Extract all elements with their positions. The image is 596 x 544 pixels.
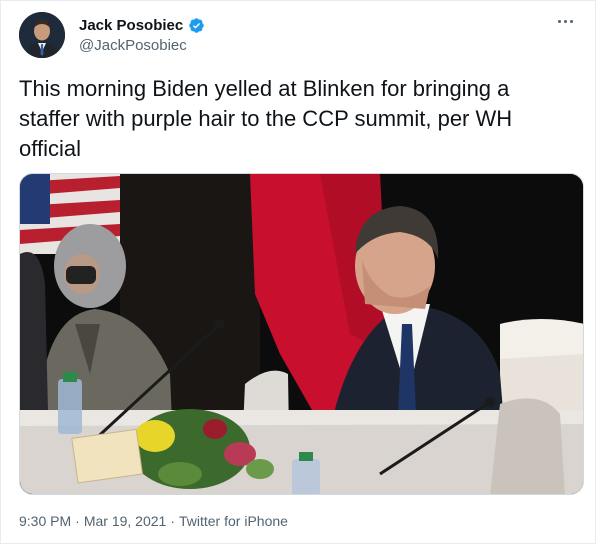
tweet-media-image[interactable] — [19, 173, 584, 495]
more-horizontal-icon — [557, 19, 561, 23]
tweet-time[interactable]: 9:30 PM — [19, 513, 71, 529]
more-horizontal-icon — [563, 19, 567, 23]
avatar[interactable] — [19, 12, 65, 58]
meta-separator: · — [170, 513, 175, 529]
author-display-name[interactable]: Jack Posobiec — [79, 17, 183, 34]
tweet-source[interactable]: Twitter for iPhone — [179, 513, 288, 529]
more-horizontal-icon — [569, 19, 573, 23]
more-options-button[interactable] — [551, 9, 579, 33]
tweet-date[interactable]: Mar 19, 2021 — [84, 513, 167, 529]
verified-badge-icon — [188, 17, 205, 34]
meta-separator: · — [75, 513, 80, 529]
avatar-image — [19, 12, 65, 58]
name-placard — [71, 428, 144, 484]
author-name-row: Jack Posobiec — [79, 15, 205, 35]
tweet-text: This morning Biden yelled at Blinken for… — [19, 76, 513, 161]
tweet-card: Jack Posobiec @JackPosobiec This morning… — [0, 0, 596, 544]
summit-photo — [20, 174, 583, 494]
tweet-metadata: 9:30 PM · Mar 19, 2021 · Twitter for iPh… — [19, 513, 288, 529]
author-handle[interactable]: @JackPosobiec — [79, 37, 187, 54]
